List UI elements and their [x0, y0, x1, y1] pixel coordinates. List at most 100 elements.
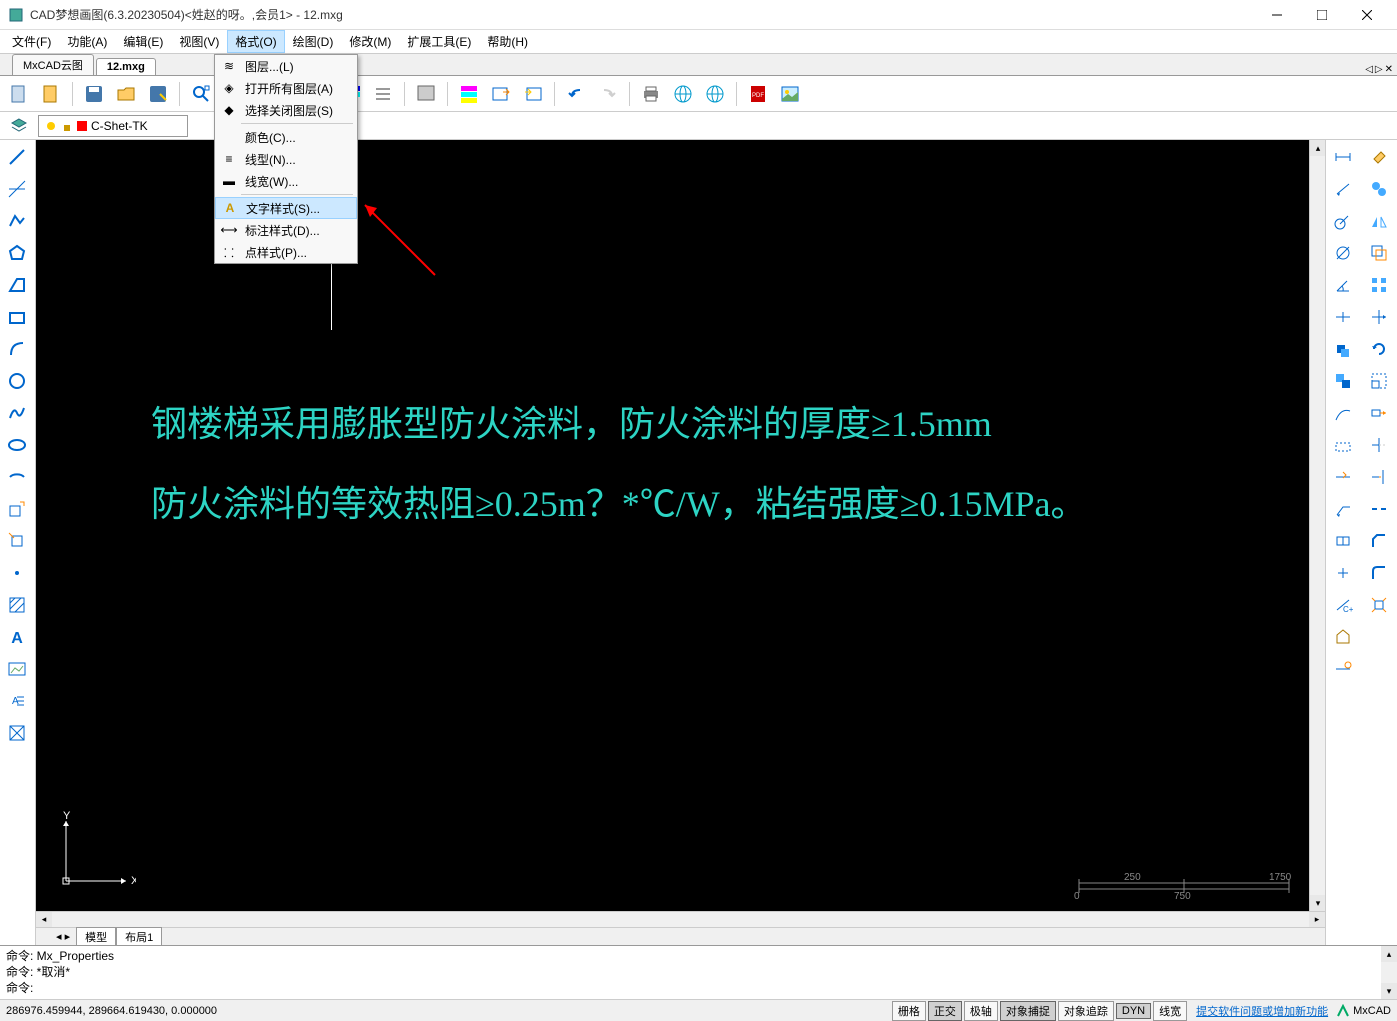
- toggle-osnap[interactable]: 对象捕捉: [1000, 1001, 1056, 1021]
- undo-button[interactable]: [561, 79, 591, 109]
- polyline-tool[interactable]: [2, 206, 32, 236]
- new-from-template-button[interactable]: [36, 79, 66, 109]
- feedback-link[interactable]: 提交软件问题或增加新功能: [1196, 1003, 1328, 1019]
- erase-tool[interactable]: [1364, 142, 1394, 172]
- menu-linetype[interactable]: ≡ 线型(N)...: [215, 148, 357, 170]
- extend-tool[interactable]: [1364, 462, 1394, 492]
- tab-model[interactable]: 模型: [76, 927, 116, 946]
- menu-layer[interactable]: ≋ 图层...(L): [215, 55, 357, 77]
- layer-selector[interactable]: C-Shet-TK: [38, 115, 188, 137]
- raster-button[interactable]: [411, 79, 441, 109]
- make-block-tool[interactable]: [2, 526, 32, 556]
- toggle-otrack[interactable]: 对象追踪: [1058, 1001, 1114, 1021]
- minimize-button[interactable]: [1254, 0, 1299, 30]
- mark-tool[interactable]: [1328, 558, 1358, 588]
- scroll-left-icon[interactable]: ◂: [36, 912, 52, 928]
- save-button[interactable]: [79, 79, 109, 109]
- dim-baseline-tool[interactable]: [1328, 334, 1358, 364]
- scroll-right-icon[interactable]: ▸: [1309, 912, 1325, 928]
- menu-edit[interactable]: 编辑(E): [115, 30, 171, 53]
- circle-tool[interactable]: [2, 366, 32, 396]
- tolerance-tool[interactable]: [1328, 526, 1358, 556]
- tab-current-file[interactable]: 12.mxg: [96, 58, 156, 75]
- image-button[interactable]: [775, 79, 805, 109]
- pdf-button[interactable]: PDF: [743, 79, 773, 109]
- menu-close-layers[interactable]: ◆ 选择关闭图层(S): [215, 99, 357, 121]
- dim-centermark-tool[interactable]: [1328, 398, 1358, 428]
- menu-lineweight[interactable]: ▬ 线宽(W)...: [215, 170, 357, 192]
- command-prompt[interactable]: 命令:: [6, 980, 1391, 996]
- dim-ordinate-tool[interactable]: [1328, 302, 1358, 332]
- toggle-polar[interactable]: 极轴: [964, 1001, 998, 1021]
- toggle-grid[interactable]: 栅格: [892, 1001, 926, 1021]
- move-tool[interactable]: [1364, 302, 1394, 332]
- menu-modify[interactable]: 修改(M): [341, 30, 399, 53]
- menu-ext-tools[interactable]: 扩展工具(E): [399, 30, 479, 53]
- print-button[interactable]: [636, 79, 666, 109]
- menu-file[interactable]: 文件(F): [4, 30, 59, 53]
- menu-view[interactable]: 视图(V): [171, 30, 227, 53]
- dim-continue-tool[interactable]: [1328, 366, 1358, 396]
- insert-block-tool[interactable]: [2, 494, 32, 524]
- zoom-extents-button[interactable]: [186, 79, 216, 109]
- leader-tool[interactable]: [1328, 494, 1358, 524]
- menu-dim-style[interactable]: ⟷ 标注样式(D)...: [215, 219, 357, 241]
- trim-tool[interactable]: [1364, 430, 1394, 460]
- color-scheme-button[interactable]: [454, 79, 484, 109]
- menu-format[interactable]: 格式(O): [227, 30, 284, 53]
- command-window[interactable]: 命令: Mx_Properties 命令: *取消* 命令: ▴▾: [0, 945, 1397, 999]
- tab-cloud[interactable]: MxCAD云图: [12, 54, 94, 75]
- save-as-button[interactable]: [143, 79, 173, 109]
- menu-draw[interactable]: 绘图(D): [285, 30, 342, 53]
- point-tool[interactable]: [2, 558, 32, 588]
- dim-style-tool[interactable]: [1328, 622, 1358, 652]
- menu-point-style[interactable]: ⸬ 点样式(P)...: [215, 241, 357, 263]
- menu-color[interactable]: 颜色(C)...: [215, 126, 357, 148]
- qdim-tool[interactable]: C+: [1328, 590, 1358, 620]
- dim-linear-tool[interactable]: [1328, 142, 1358, 172]
- dim-diameter-tool[interactable]: [1328, 238, 1358, 268]
- explode-tool[interactable]: [1364, 590, 1394, 620]
- polygon-tool[interactable]: [2, 238, 32, 268]
- ellipse-arc-tool[interactable]: [2, 462, 32, 492]
- mirror-tool[interactable]: [1364, 206, 1394, 236]
- menu-open-all-layers[interactable]: ◈ 打开所有图层(A): [215, 77, 357, 99]
- rectangle-tool[interactable]: [2, 270, 32, 300]
- web2-button[interactable]: [700, 79, 730, 109]
- dim-edit-tool[interactable]: [1328, 462, 1358, 492]
- rotate-tool[interactable]: [1364, 334, 1394, 364]
- array-tool[interactable]: [1364, 270, 1394, 300]
- import-button[interactable]: [518, 79, 548, 109]
- text-tool[interactable]: A: [2, 622, 32, 652]
- close-button[interactable]: [1344, 0, 1389, 30]
- dim-blank1-tool[interactable]: [1328, 430, 1358, 460]
- tab-next-icon[interactable]: ▷: [1375, 64, 1383, 75]
- copy-tool[interactable]: [1364, 174, 1394, 204]
- stretch-tool[interactable]: [1364, 398, 1394, 428]
- dim-angular-tool[interactable]: [1328, 270, 1358, 300]
- tab-layout1[interactable]: 布局1: [116, 927, 162, 946]
- new-button[interactable]: [4, 79, 34, 109]
- chamfer-tool[interactable]: [1364, 526, 1394, 556]
- command-scrollbar[interactable]: ▴▾: [1381, 946, 1397, 999]
- web-button[interactable]: [668, 79, 698, 109]
- toggle-ortho[interactable]: 正交: [928, 1001, 962, 1021]
- dim-radius-tool[interactable]: [1328, 206, 1358, 236]
- spline-tool[interactable]: [2, 398, 32, 428]
- vertical-scrollbar[interactable]: ▴ ▾: [1309, 140, 1325, 911]
- break-tool[interactable]: [1364, 494, 1394, 524]
- xline-tool[interactable]: [2, 174, 32, 204]
- toggle-lineweight[interactable]: 线宽: [1153, 1001, 1187, 1021]
- line-tool[interactable]: [2, 142, 32, 172]
- menu-text-style[interactable]: A 文字样式(S)...: [215, 197, 357, 219]
- dim-blank2-tool[interactable]: [1328, 686, 1358, 716]
- menu-function[interactable]: 功能(A): [59, 30, 115, 53]
- dim-update-tool[interactable]: [1328, 654, 1358, 684]
- image-insert-tool[interactable]: [2, 654, 32, 684]
- scale-tool[interactable]: [1364, 366, 1394, 396]
- layer-lines-button[interactable]: [368, 79, 398, 109]
- dim-aligned-tool[interactable]: [1328, 174, 1358, 204]
- offset-tool[interactable]: [1364, 238, 1394, 268]
- tab-close-icon[interactable]: ✕: [1385, 64, 1393, 75]
- maximize-button[interactable]: [1299, 0, 1344, 30]
